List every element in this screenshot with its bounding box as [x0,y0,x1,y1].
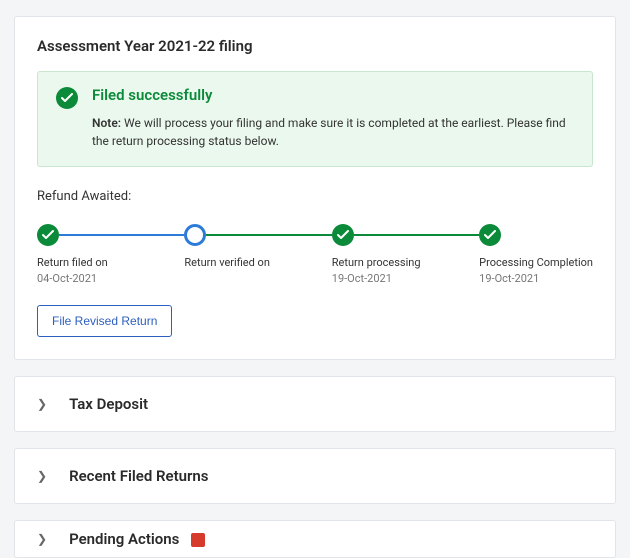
step-processing-completion: Processing Completion 19-Oct-2021 [479,224,593,285]
step-dot-icon [184,224,206,246]
step-dot-icon [37,224,59,246]
file-revised-return-button[interactable]: File Revised Return [37,305,172,337]
step-connector [59,234,184,236]
step-label: Return filed on [37,256,184,269]
chevron-right-icon: ❯ [37,532,47,546]
accordion-title: Tax Deposit [69,395,148,413]
step-label: Return processing [332,256,479,269]
step-label: Return verified on [184,256,331,269]
chevron-right-icon: ❯ [37,397,47,411]
success-banner: Filed successfully Note: We will process… [37,71,593,167]
step-label: Processing Completion [479,256,593,269]
accordion-title: Recent Filed Returns [69,467,208,485]
step-connector [206,234,331,236]
banner-body: Filed successfully Note: We will process… [92,86,574,150]
accordion-title-text: Pending Actions [69,530,179,548]
alert-badge-icon [191,533,205,547]
step-date: 19-Oct-2021 [332,272,479,285]
banner-title: Filed successfully [92,86,574,104]
step-date: 04-Oct-2021 [37,272,184,285]
step-dot-icon [332,224,354,246]
banner-note: Note: We will process your filing and ma… [92,114,574,150]
step-return-filed: Return filed on 04-Oct-2021 [37,224,184,285]
chevron-right-icon: ❯ [37,469,47,483]
accordion-pending-actions[interactable]: ❯ Pending Actions [14,520,616,558]
step-return-processing: Return processing 19-Oct-2021 [332,224,479,285]
page-title: Assessment Year 2021-22 filing [37,37,593,55]
step-dot-icon [479,224,501,246]
accordion-title: Pending Actions [69,530,205,548]
success-check-icon [56,87,78,109]
accordion-recent-filed-returns[interactable]: ❯ Recent Filed Returns [14,448,616,504]
assessment-card: Assessment Year 2021-22 filing Filed suc… [14,16,616,360]
step-return-verified: Return verified on [184,224,331,272]
step-date: 19-Oct-2021 [479,272,593,285]
progress-stepper: Return filed on 04-Oct-2021 Return verif… [37,224,593,285]
accordion-tax-deposit[interactable]: ❯ Tax Deposit [14,376,616,432]
note-text: We will process your filing and make sur… [92,116,566,148]
note-label: Note: [92,116,121,130]
step-connector [354,234,479,236]
refund-awaited-label: Refund Awaited: [37,189,593,204]
